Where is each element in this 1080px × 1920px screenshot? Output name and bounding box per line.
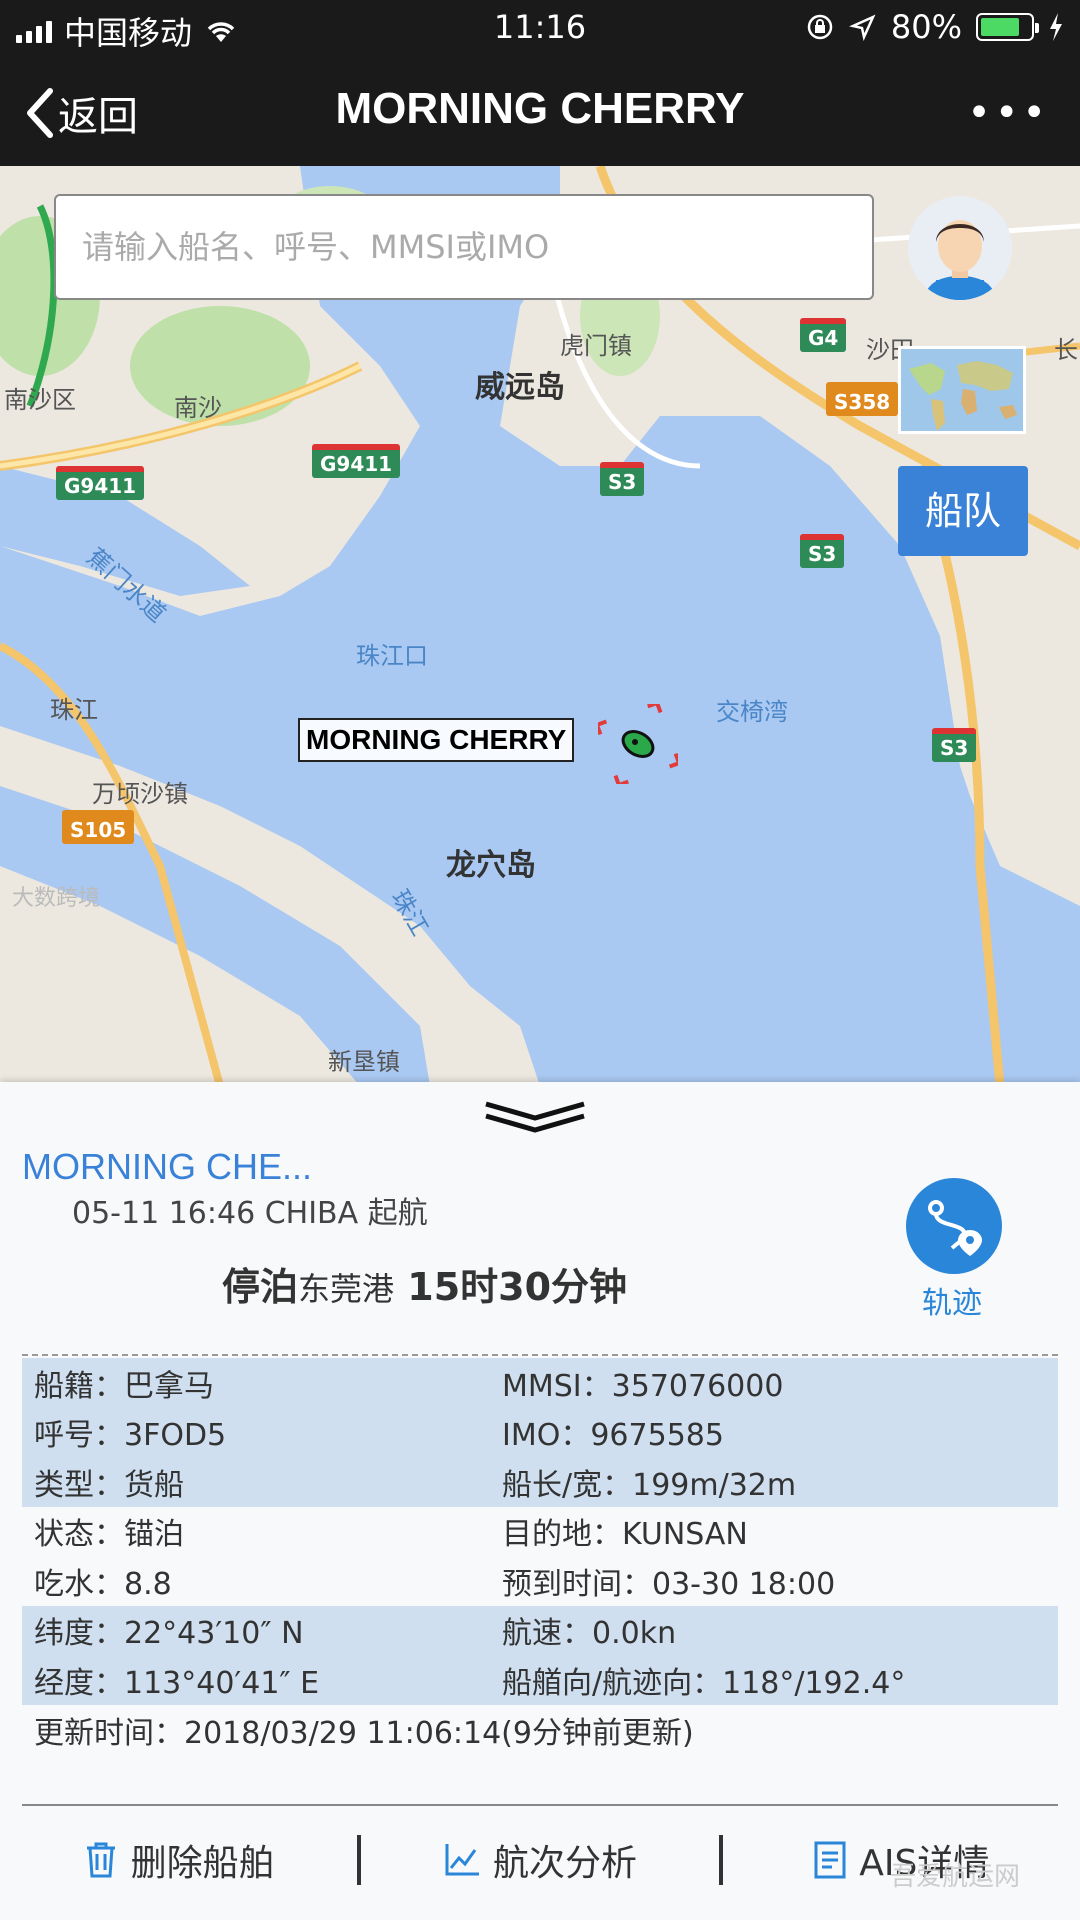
table-row: 船籍：巴拿马 MMSI：357076000 (22, 1358, 1058, 1408)
map-label-changan: 长 (1054, 336, 1078, 364)
road-shield-g4: G4 (800, 318, 847, 352)
location-arrow-icon (848, 14, 876, 41)
ship-name: MORNING CHE... (22, 1146, 313, 1187)
rotation-lock-icon (807, 14, 833, 40)
table-row: 状态：锚泊 目的地：KUNSAN (22, 1507, 1058, 1557)
collapse-chevron-icon[interactable] (480, 1098, 590, 1138)
info-draft: 吃水：8.8 (34, 1566, 172, 1602)
info-heading: 船艏向/航迹向：118°/192.4° (502, 1665, 906, 1701)
voyage-line: 05-11 16:46 CHIBA 起航 (72, 1196, 428, 1231)
route-icon (928, 1200, 982, 1256)
info-dimensions: 船长/宽：199m/32m (502, 1467, 797, 1503)
map-label-zhujiang-1: 珠江 (50, 696, 98, 724)
delete-ship-button[interactable]: 删除船舶 (0, 1834, 357, 1886)
ship-map-label[interactable]: MORNING CHERRY (298, 718, 575, 762)
more-button[interactable]: ••• (967, 90, 1050, 136)
battery-icon (976, 13, 1039, 41)
map-label-weiyuan: 威远岛 (475, 370, 565, 405)
info-speed: 航速：0.0kn (502, 1616, 677, 1652)
voyage-analysis-button[interactable]: 航次分析 (361, 1834, 718, 1886)
charging-icon (1050, 13, 1062, 41)
status-port: 东莞港 (298, 1270, 395, 1308)
table-row: 经度：113°40′41″ E 船艏向/航迹向：118°/192.4° (22, 1655, 1058, 1705)
ship-search-box[interactable] (54, 194, 874, 300)
map-view[interactable]: 威远岛 虎门镇 南沙区 南沙 蕉门水道 珠江口 交椅湾 珠江 万顷沙镇 龙穴岛 … (0, 166, 1080, 1086)
road-shield-s105: S105 (62, 810, 135, 844)
track-label[interactable]: 轨迹 (922, 1278, 982, 1322)
nav-bar: 返回 MORNING CHERRY ••• (0, 56, 1080, 166)
world-map-thumbnail[interactable] (898, 346, 1026, 434)
map-label-nansha-district: 南沙区 (4, 386, 76, 414)
road-shield-s3-b: S3 (800, 534, 845, 568)
table-row: 纬度：22°43′10″ N 航速：0.0kn (22, 1605, 1058, 1655)
battery-percent: 80% (890, 8, 962, 46)
update-time: 更新时间：2018/03/29 11:06:14(9分钟前更新) (34, 1716, 694, 1751)
map-label-longxuedao: 龙穴岛 (446, 848, 536, 883)
delete-ship-label: 删除船舶 (130, 1843, 275, 1884)
status-prefix: 停泊 (222, 1265, 299, 1309)
road-shield-s358: S358 (826, 382, 899, 416)
track-button[interactable] (906, 1178, 1002, 1274)
status-bar: 中国移动 11:16 80% (0, 0, 1080, 56)
ship-info-panel: MORNING CHE... 05-11 16:46 CHIBA 起航 停泊东莞… (0, 1082, 1080, 1920)
map-label-wanqingsha: 万顷沙镇 (92, 780, 188, 808)
dashed-divider (22, 1354, 1058, 1356)
document-icon (814, 1841, 846, 1879)
battery-fill (981, 18, 1020, 36)
ship-info-table: 船籍：巴拿马 MMSI：357076000 呼号：3FOD5 IMO：9675585… (22, 1358, 1058, 1705)
info-longitude: 经度：113°40′41″ E (34, 1665, 320, 1701)
map-label-jiaoyiwan: 交椅湾 (716, 698, 788, 726)
info-mmsi: MMSI：357076000 (502, 1368, 784, 1404)
info-eta: 预到时间：03-30 18:00 (502, 1566, 836, 1602)
ship-position-icon (594, 700, 682, 788)
line-chart-icon (445, 1844, 479, 1876)
map-label-zhujiangkou: 珠江口 (356, 642, 428, 670)
fleet-button[interactable]: 船队 (898, 466, 1028, 556)
watermark-left: 大数跨境 (12, 886, 101, 911)
voyage-analysis-label: 航次分析 (492, 1843, 637, 1884)
status-right: 80% (805, 8, 1064, 46)
info-status: 状态：锚泊 (34, 1517, 184, 1553)
ship-search-input[interactable] (56, 196, 872, 298)
berth-status: 停泊东莞港 15时30分钟 (222, 1256, 627, 1311)
toolbar-divider (22, 1804, 1058, 1806)
map-label-nansha: 南沙 (174, 394, 222, 422)
page-title: MORNING CHERRY (335, 84, 745, 133)
info-destination: 目的地：KUNSAN (502, 1517, 748, 1553)
map-base (0, 166, 1080, 1086)
info-type: 类型：货船 (34, 1467, 184, 1503)
info-imo: IMO：9675585 (502, 1418, 724, 1454)
road-shield-g9411-a: G9411 (312, 444, 401, 478)
trash-icon (86, 1842, 115, 1878)
road-shield-s3-c: S3 (932, 728, 977, 762)
info-flag: 船籍：巴拿马 (34, 1368, 214, 1404)
ship-marker[interactable] (594, 700, 682, 788)
user-avatar-icon (924, 220, 996, 300)
table-row: 类型：货船 船长/宽：199m/32m (22, 1457, 1058, 1507)
info-callsign: 呼号：3FOD5 (34, 1418, 227, 1454)
avatar[interactable] (908, 196, 1012, 300)
road-shield-s3-a: S3 (600, 462, 645, 496)
status-duration: 15时30分钟 (407, 1265, 628, 1309)
watermark-right: 吾爱航运网 (890, 1862, 1021, 1892)
map-label-humen: 虎门镇 (560, 332, 632, 360)
road-shield-g9411-b: G9411 (56, 466, 145, 500)
map-label-xinken: 新垦镇 (328, 1048, 400, 1076)
table-row: 吃水：8.8 预到时间：03-30 18:00 (22, 1556, 1058, 1606)
info-latitude: 纬度：22°43′10″ N (34, 1616, 304, 1652)
world-map-icon (901, 349, 1023, 431)
table-row: 呼号：3FOD5 IMO：9675585 (22, 1407, 1058, 1457)
